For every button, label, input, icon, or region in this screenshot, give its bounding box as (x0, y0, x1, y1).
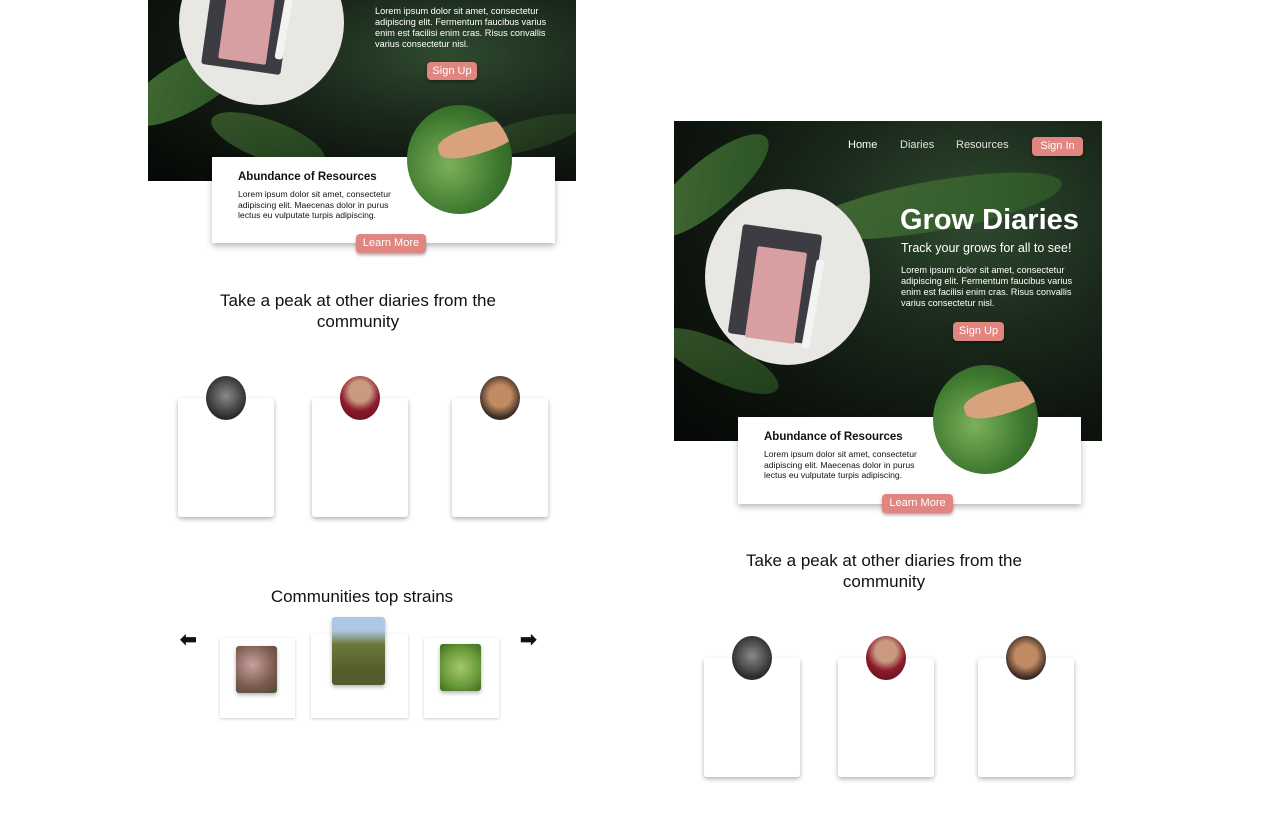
strains-title: Communities top strains (270, 587, 454, 606)
signin-button[interactable]: Sign In (1032, 137, 1083, 156)
arrow-right-icon[interactable]: ➡ (520, 630, 537, 650)
signup-button[interactable]: Sign Up (953, 322, 1004, 341)
resources-photo (407, 105, 512, 214)
community-title: Take a peak at other diaries from the co… (220, 291, 496, 331)
resources-title: Abundance of Resources (764, 431, 903, 443)
hero-body: Lorem ipsum dolor sit amet, consectetur … (901, 265, 1073, 308)
hero-body: Lorem ipsum dolor sit amet, consectetur … (375, 6, 547, 49)
avatar[interactable] (480, 376, 520, 420)
nav-resources[interactable]: Resources (956, 139, 1009, 151)
resources-photo (933, 365, 1038, 474)
avatar[interactable] (1006, 636, 1046, 680)
nav-diaries[interactable]: Diaries (900, 139, 934, 151)
arrow-left-icon[interactable]: ⬅ (180, 630, 197, 650)
resources-body: Lorem ipsum dolor sit amet, consectetur … (764, 449, 917, 481)
hand-image (434, 112, 512, 166)
hand-image (960, 372, 1038, 426)
community-title: Take a peak at other diaries from the co… (746, 551, 1022, 591)
hero-subtitle: Track your grows for all to see! (901, 241, 1072, 255)
avatar[interactable] (866, 636, 906, 680)
strain-photo (332, 617, 385, 685)
strain-photo (440, 644, 481, 691)
strain-photo (236, 646, 277, 693)
hero-title: Grow Diaries (900, 204, 1079, 236)
avatar[interactable] (340, 376, 380, 420)
avatar[interactable] (732, 636, 772, 680)
resources-body: Lorem ipsum dolor sit amet, consectetur … (238, 189, 391, 221)
learn-more-button[interactable]: Learn More (882, 494, 953, 513)
avatar[interactable] (206, 376, 246, 420)
notebook-photo (705, 189, 870, 365)
resources-title: Abundance of Resources (238, 171, 377, 183)
learn-more-button[interactable]: Learn More (356, 234, 426, 253)
signup-button[interactable]: Sign Up (427, 62, 477, 80)
nav-home[interactable]: Home (848, 139, 877, 151)
